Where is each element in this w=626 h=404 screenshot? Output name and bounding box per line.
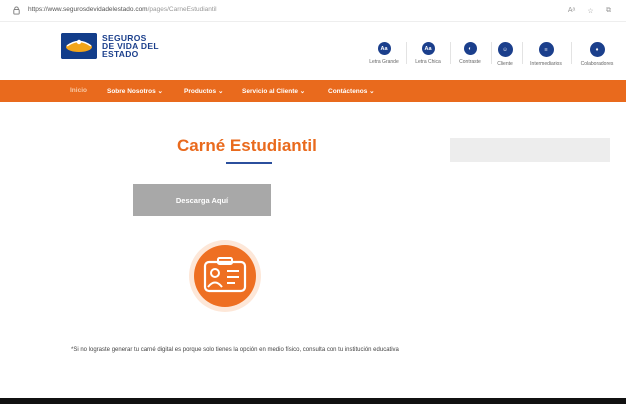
client-icon: ☺ — [497, 42, 513, 57]
logo-line-3: ESTADO — [102, 49, 139, 59]
download-button[interactable]: Descarga Aquí — [133, 184, 271, 216]
url-host: https://www.segurosdevidadelestado.com — [28, 6, 148, 13]
sidebar-placeholder — [450, 138, 610, 162]
tool-label: Intermediarios — [530, 61, 562, 67]
tool-letra-grande[interactable]: Aa Letra Grande — [362, 42, 406, 65]
tool-colaboradores[interactable]: ♦ Colaboradores — [575, 42, 619, 67]
url-path: /pages/CarneEstudiantil — [147, 6, 217, 13]
browser-address-bar: https://www.segurosdevidadelestado.com/p… — [0, 0, 626, 22]
tool-label: Letra Chica — [415, 59, 441, 65]
text-smaller-icon: Aa — [421, 42, 435, 55]
tool-letra-chica[interactable]: Aa Letra Chica — [406, 42, 450, 65]
nav-item-servicio-cliente[interactable]: Servicio al Cliente ⌄ — [242, 87, 305, 95]
physical-card-note: *Si no lograste generar tu carné digital… — [71, 347, 399, 353]
student-id-card-icon — [188, 239, 262, 313]
site-logo[interactable]: SEGUROS DE VIDA DEL ESTADO — [61, 33, 159, 59]
nav-item-sobre-nosotros[interactable]: Sobre Nosotros ⌄ — [107, 87, 163, 95]
tool-cliente[interactable]: ☺ Cliente — [483, 42, 527, 67]
text-larger-icon: Aa — [377, 42, 391, 55]
logo-emblem-icon — [61, 33, 97, 59]
tool-divider — [522, 42, 523, 64]
nav-item-contactenos[interactable]: Contáctenos ⌄ — [328, 87, 375, 95]
title-underline — [226, 162, 272, 164]
tool-intermediarios[interactable]: ≡ Intermediarios — [524, 42, 568, 67]
read-aloud-icon[interactable]: Aᵃ — [565, 4, 578, 17]
main-nav: Inicio Sobre Nosotros ⌄ Productos ⌄ Serv… — [0, 80, 626, 102]
tool-label: Letra Grande — [369, 59, 399, 65]
url-field[interactable]: https://www.segurosdevidadelestado.com/p… — [28, 6, 217, 13]
collections-icon[interactable]: ⧉ — [602, 4, 615, 17]
page-title: Carné Estudiantil — [177, 136, 317, 155]
favorite-icon[interactable]: ☆ — [584, 4, 597, 17]
tool-divider — [571, 42, 572, 64]
site-header: SEGUROS DE VIDA DEL ESTADO Aa Letra Gran… — [0, 22, 626, 80]
nav-item-productos[interactable]: Productos ⌄ — [184, 87, 223, 95]
tool-label: Colaboradores — [580, 61, 614, 67]
tool-label: Cliente — [497, 61, 513, 67]
nav-item-inicio[interactable]: Inicio — [70, 87, 87, 94]
contrast-icon: ◐ — [463, 42, 477, 55]
tool-label: Contraste — [459, 59, 481, 65]
footer-bar — [0, 398, 626, 404]
collaborators-icon: ♦ — [589, 42, 605, 57]
intermediaries-icon: ≡ — [538, 42, 554, 57]
logo-wordmark: SEGUROS DE VIDA DEL ESTADO — [102, 34, 159, 59]
page-info-icon[interactable] — [12, 6, 21, 15]
